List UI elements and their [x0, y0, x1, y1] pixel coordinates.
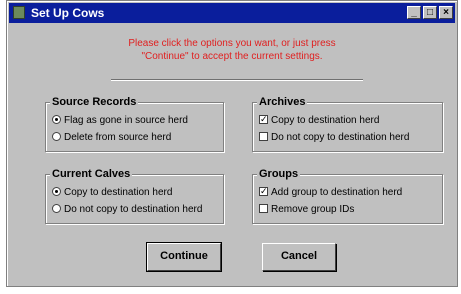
radio-button-icon[interactable]	[52, 115, 61, 124]
option-label: Copy to destination herd	[64, 187, 173, 198]
checkbox-icon[interactable]	[259, 113, 268, 125]
option-label: Flag as gone in source herd	[64, 115, 188, 126]
continue-button[interactable]: Continue	[146, 242, 222, 272]
option-label: Copy to destination herd	[271, 115, 380, 126]
group-title: Source Records	[50, 95, 139, 109]
checkbox-icon[interactable]	[259, 185, 268, 197]
radio-button-icon[interactable]	[52, 132, 61, 141]
calves-copy-radio[interactable]: Copy to destination herd	[52, 187, 172, 199]
option-label: Do not copy to destination herd	[64, 204, 203, 215]
option-label: Add group to destination herd	[271, 187, 403, 198]
setup-dialog: Set Up Cows _ □ × Please click the optio…	[6, 0, 458, 287]
option-label: Do not copy to destination herd	[271, 132, 410, 143]
calves-do-not-copy-radio[interactable]: Do not copy to destination herd	[52, 204, 202, 216]
add-group-checkbox[interactable]: Add group to destination herd	[259, 185, 403, 199]
source-records-group: Source Records Flag as gone in source he…	[45, 95, 224, 152]
group-title: Archives	[257, 95, 308, 109]
maximize-icon[interactable]: □	[423, 6, 437, 19]
groups-group: Groups Add group to destination herd Rem…	[252, 167, 443, 224]
delete-from-source-radio[interactable]: Delete from source herd	[52, 132, 171, 144]
app-icon	[13, 6, 25, 19]
remove-group-ids-checkbox[interactable]: Remove group IDs	[259, 204, 354, 216]
checkbox-icon[interactable]	[259, 204, 268, 213]
radio-button-icon[interactable]	[52, 187, 61, 196]
checkbox-icon[interactable]	[259, 132, 268, 141]
flag-as-gone-radio[interactable]: Flag as gone in source herd	[52, 115, 188, 127]
instructions: Please click the options you want, or ju…	[102, 37, 362, 63]
cancel-button[interactable]: Cancel	[262, 243, 336, 271]
option-label: Remove group IDs	[271, 204, 355, 215]
archives-do-not-copy-checkbox[interactable]: Do not copy to destination herd	[259, 132, 409, 144]
group-title: Current Calves	[50, 167, 133, 181]
separator	[111, 79, 363, 81]
window-title: Set Up Cows	[31, 6, 105, 20]
minimize-icon[interactable]: _	[407, 6, 421, 19]
instruction-line-2: "Continue" to accept the current setting…	[141, 51, 323, 62]
close-icon[interactable]: ×	[439, 6, 453, 19]
instruction-line-1: Please click the options you want, or ju…	[128, 38, 336, 49]
group-title: Groups	[257, 167, 301, 181]
radio-button-icon[interactable]	[52, 204, 61, 213]
archives-copy-checkbox[interactable]: Copy to destination herd	[259, 113, 380, 127]
current-calves-group: Current Calves Copy to destination herd …	[45, 167, 224, 224]
option-label: Delete from source herd	[64, 132, 172, 143]
title-bar[interactable]: Set Up Cows _ □ ×	[9, 3, 455, 23]
archives-group: Archives Copy to destination herd Do not…	[252, 95, 443, 152]
